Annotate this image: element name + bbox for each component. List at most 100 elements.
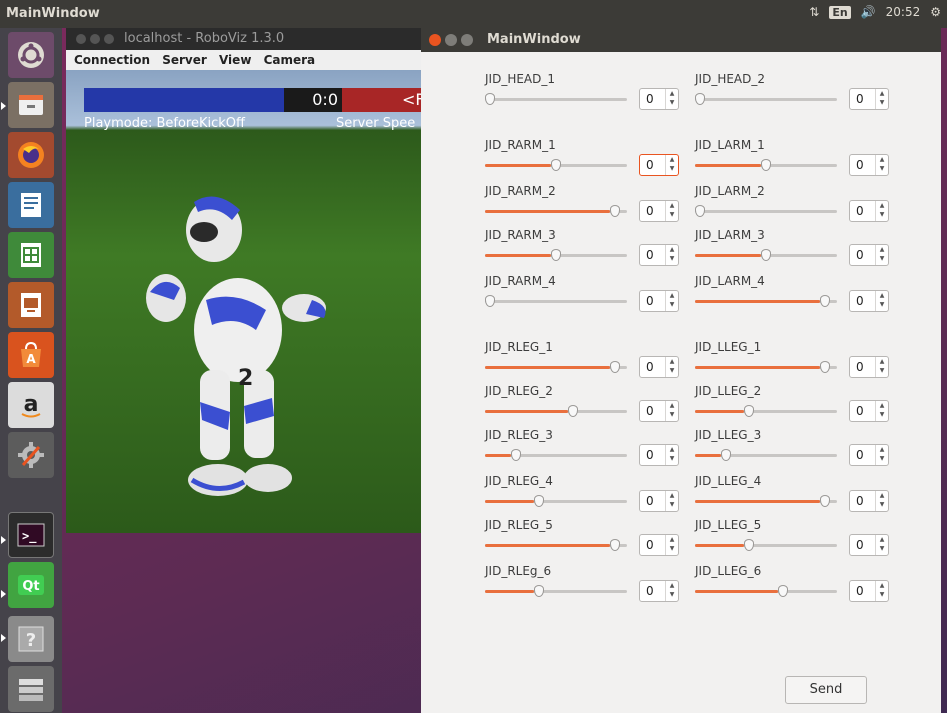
jid-head-2-slider[interactable] [695, 92, 837, 108]
spin-arrows-icon[interactable]: ▲ ▼ [875, 291, 888, 311]
jid-rarm-2-spinbox[interactable]: 0 ▲ ▼ [639, 200, 679, 222]
slider-handle[interactable] [744, 539, 754, 551]
slider-handle[interactable] [534, 585, 544, 597]
qt-creator-icon[interactable]: Qt [8, 562, 54, 608]
jid-larm-3-slider[interactable] [695, 248, 837, 264]
spin-arrows-icon[interactable]: ▲ ▼ [875, 445, 888, 465]
keyboard-layout-indicator[interactable]: En [829, 5, 851, 19]
calc-icon[interactable] [8, 232, 54, 278]
slider-handle[interactable] [820, 361, 830, 373]
spin-arrows-icon[interactable]: ▲ ▼ [665, 491, 678, 511]
3d-viewport[interactable]: 0:0 <F Playmode: BeforeKickOff Server Sp… [66, 70, 426, 533]
jid-larm-1-spinbox[interactable]: 0 ▲ ▼ [849, 154, 889, 176]
jid-lleg-3-spinbox[interactable]: 0 ▲ ▼ [849, 444, 889, 466]
jid-head-1-spinbox[interactable]: 0 ▲ ▼ [639, 88, 679, 110]
writer-icon[interactable] [8, 182, 54, 228]
jid-lleg-4-spinbox[interactable]: 0 ▲ ▼ [849, 490, 889, 512]
slider-handle[interactable] [695, 93, 705, 105]
dash-icon[interactable] [8, 32, 54, 78]
software-center-icon[interactable]: A [8, 332, 54, 378]
terminal-icon[interactable]: >_ [8, 512, 54, 558]
spin-arrows-icon[interactable]: ▲ ▼ [875, 535, 888, 555]
jid-rarm-3-spinbox[interactable]: 0 ▲ ▼ [639, 244, 679, 266]
spin-arrows-icon[interactable]: ▲ ▼ [875, 581, 888, 601]
slider-handle[interactable] [695, 205, 705, 217]
spin-arrows-icon[interactable]: ▲ ▼ [875, 357, 888, 377]
menu-server[interactable]: Server [162, 53, 207, 67]
gear-icon[interactable]: ⚙ [930, 5, 941, 19]
jid-rleg-5-spinbox[interactable]: 0 ▲ ▼ [639, 534, 679, 556]
jid-larm-3-spinbox[interactable]: 0 ▲ ▼ [849, 244, 889, 266]
menu-camera[interactable]: Camera [264, 53, 316, 67]
system-settings-icon[interactable] [8, 432, 54, 478]
network-icon[interactable]: ⇅ [809, 5, 819, 19]
jid-rleg-1-spinbox[interactable]: 0 ▲ ▼ [639, 356, 679, 378]
minimize-icon[interactable] [90, 34, 100, 44]
menu-view[interactable]: View [219, 53, 251, 67]
jid-larm-1-slider[interactable] [695, 158, 837, 174]
slider-handle[interactable] [568, 405, 578, 417]
spin-arrows-icon[interactable]: ▲ ▼ [875, 401, 888, 421]
jid-lleg-2-slider[interactable] [695, 404, 837, 420]
volume-icon[interactable]: 🔊 [861, 5, 876, 19]
spin-arrows-icon[interactable]: ▲ ▼ [665, 581, 678, 601]
jid-rarm-1-spinbox[interactable]: 0 ▲ ▼ [639, 154, 679, 176]
slider-handle[interactable] [610, 539, 620, 551]
maximize-icon[interactable] [104, 34, 114, 44]
clock[interactable]: 20:52 [886, 5, 921, 19]
jid-rleg-5-slider[interactable] [485, 538, 627, 554]
spin-arrows-icon[interactable]: ▲ ▼ [665, 89, 678, 109]
firefox-icon[interactable] [8, 132, 54, 178]
jid-lleg-1-spinbox[interactable]: 0 ▲ ▼ [849, 356, 889, 378]
slider-handle[interactable] [761, 249, 771, 261]
jid-lleg-1-slider[interactable] [695, 360, 837, 376]
jid-rleg-2-slider[interactable] [485, 404, 627, 420]
slider-handle[interactable] [721, 449, 731, 461]
slider-handle[interactable] [778, 585, 788, 597]
slider-handle[interactable] [820, 495, 830, 507]
jid-larm-4-spinbox[interactable]: 0 ▲ ▼ [849, 290, 889, 312]
slider-handle[interactable] [485, 295, 495, 307]
jid-rleg-6-slider[interactable] [485, 584, 627, 600]
jid-lleg-6-slider[interactable] [695, 584, 837, 600]
spin-arrows-icon[interactable]: ▲ ▼ [665, 445, 678, 465]
jid-rleg-4-spinbox[interactable]: 0 ▲ ▼ [639, 490, 679, 512]
jid-lleg-2-spinbox[interactable]: 0 ▲ ▼ [849, 400, 889, 422]
slider-handle[interactable] [551, 249, 561, 261]
slider-handle[interactable] [744, 405, 754, 417]
slider-handle[interactable] [534, 495, 544, 507]
jid-rarm-4-slider[interactable] [485, 294, 627, 310]
spin-arrows-icon[interactable]: ▲ ▼ [665, 401, 678, 421]
slider-handle[interactable] [610, 205, 620, 217]
slider-handle[interactable] [485, 93, 495, 105]
jid-rleg-6-spinbox[interactable]: 0 ▲ ▼ [639, 580, 679, 602]
close-icon[interactable] [429, 34, 441, 46]
jid-lleg-5-spinbox[interactable]: 0 ▲ ▼ [849, 534, 889, 556]
spin-arrows-icon[interactable]: ▲ ▼ [665, 201, 678, 221]
send-button[interactable]: Send [785, 676, 867, 704]
menu-connection[interactable]: Connection [74, 53, 150, 67]
jid-head-1-slider[interactable] [485, 92, 627, 108]
spin-arrows-icon[interactable]: ▲ ▼ [665, 535, 678, 555]
jid-rleg-2-spinbox[interactable]: 0 ▲ ▼ [639, 400, 679, 422]
spin-arrows-icon[interactable]: ▲ ▼ [665, 245, 678, 265]
impress-icon[interactable] [8, 282, 54, 328]
slider-handle[interactable] [610, 361, 620, 373]
files-icon[interactable] [8, 82, 54, 128]
jid-larm-2-slider[interactable] [695, 204, 837, 220]
jid-lleg-3-slider[interactable] [695, 448, 837, 464]
spin-arrows-icon[interactable]: ▲ ▼ [875, 155, 888, 175]
jid-rleg-3-spinbox[interactable]: 0 ▲ ▼ [639, 444, 679, 466]
spin-arrows-icon[interactable]: ▲ ▼ [665, 291, 678, 311]
jid-rleg-1-slider[interactable] [485, 360, 627, 376]
spin-arrows-icon[interactable]: ▲ ▼ [875, 201, 888, 221]
jid-larm-2-spinbox[interactable]: 0 ▲ ▼ [849, 200, 889, 222]
jid-lleg-4-slider[interactable] [695, 494, 837, 510]
close-icon[interactable] [76, 34, 86, 44]
spin-arrows-icon[interactable]: ▲ ▼ [875, 245, 888, 265]
jid-larm-4-slider[interactable] [695, 294, 837, 310]
jid-lleg-5-slider[interactable] [695, 538, 837, 554]
jid-rarm-1-slider[interactable] [485, 158, 627, 174]
jid-rarm-2-slider[interactable] [485, 204, 627, 220]
maximize-icon[interactable] [461, 34, 473, 46]
